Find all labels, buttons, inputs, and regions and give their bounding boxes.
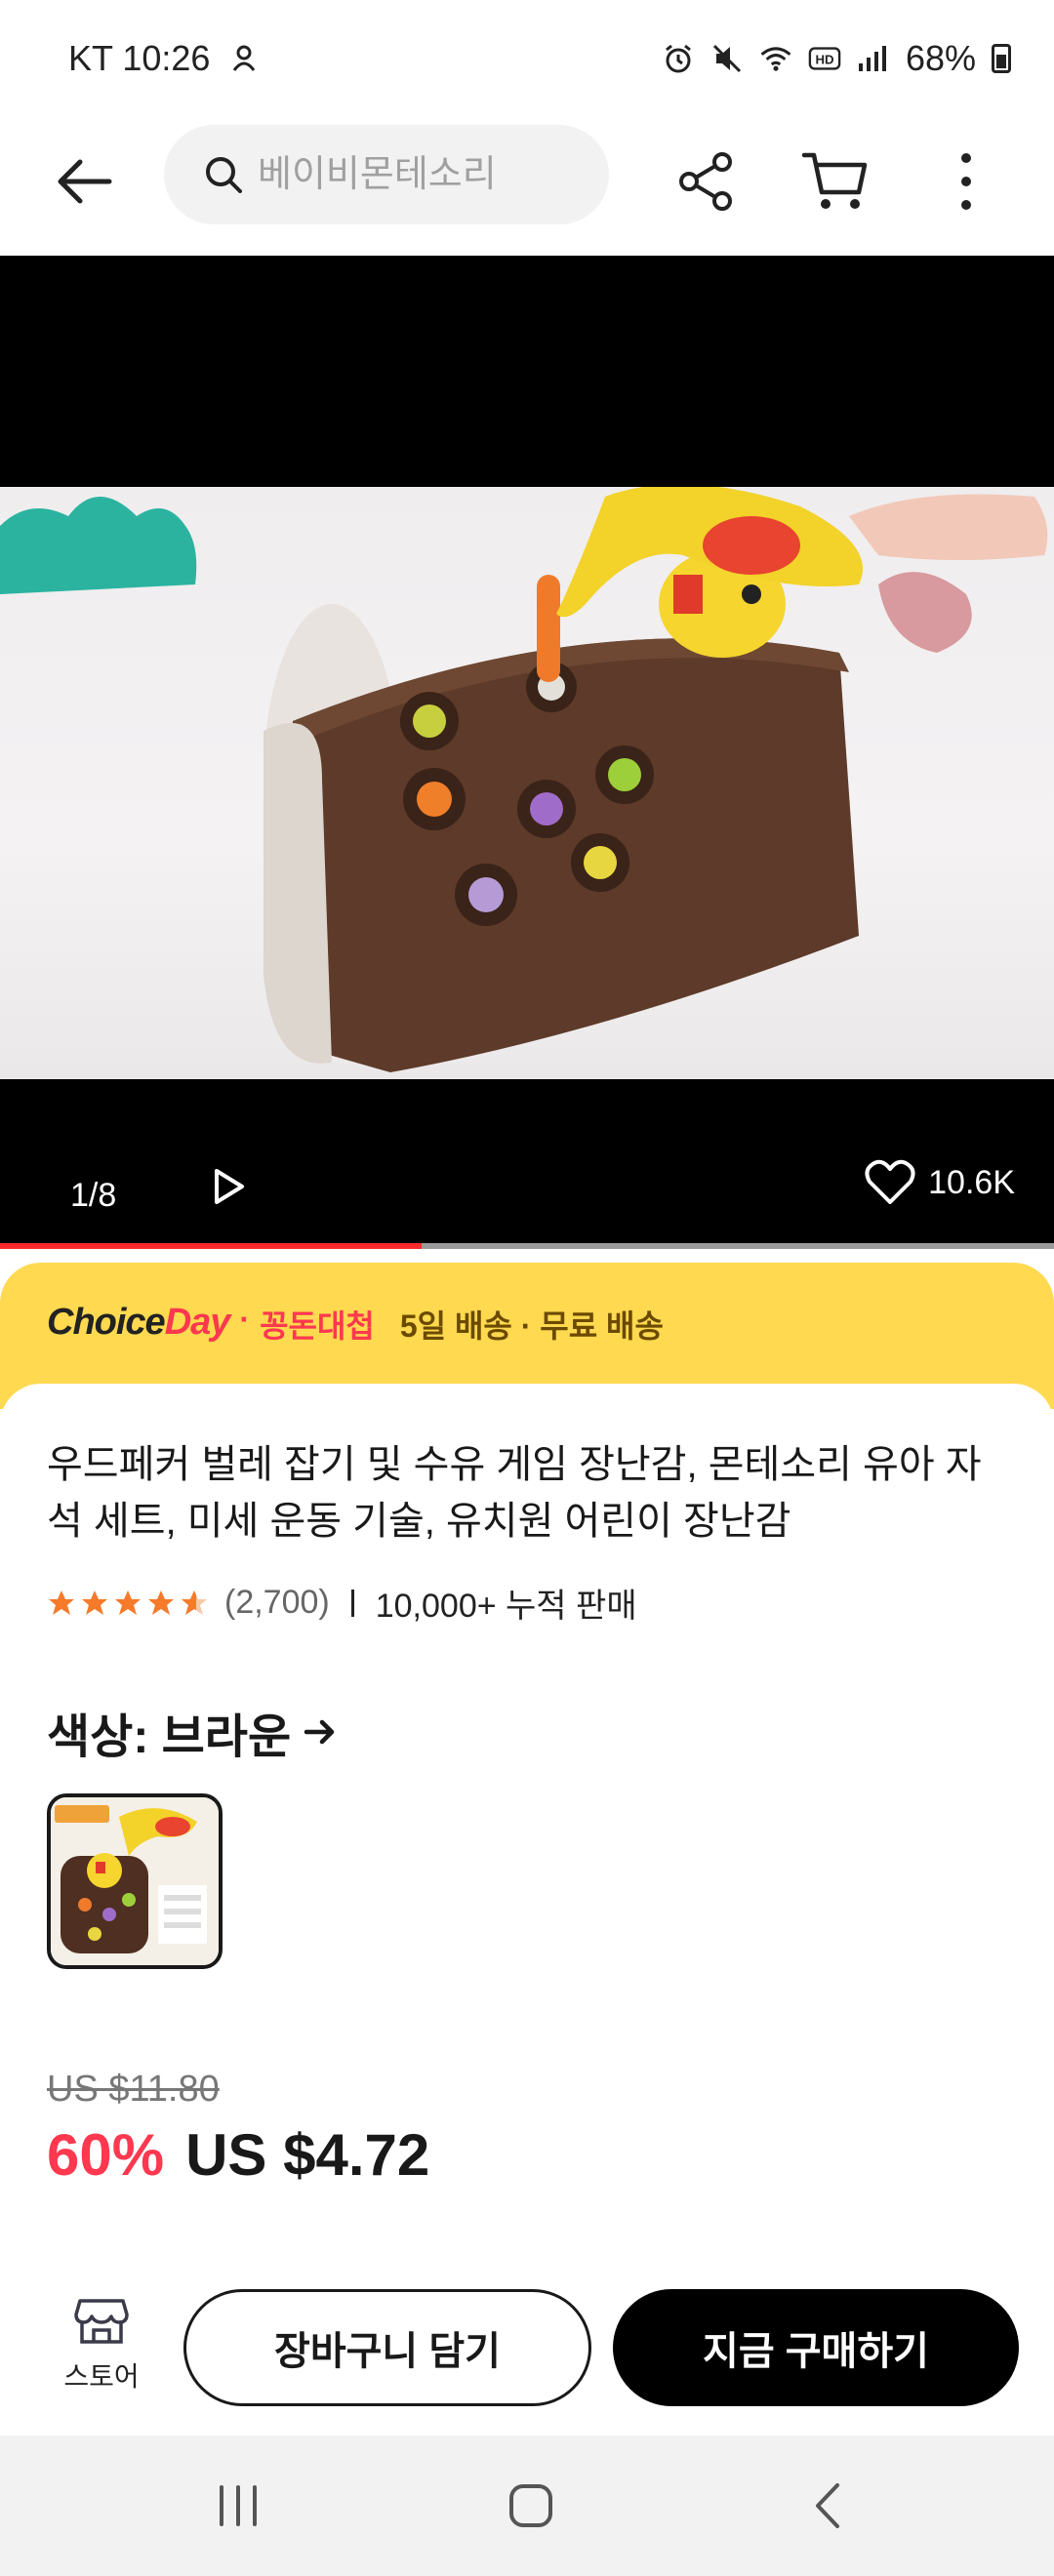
chevron-left-icon — [816, 2483, 839, 2528]
divider — [350, 1589, 354, 1617]
system-back-button[interactable] — [798, 2476, 857, 2535]
recent-apps-icon — [220, 2485, 257, 2526]
media-progress-fill — [0, 1243, 422, 1249]
choice-text: Choice — [47, 1302, 166, 1343]
store-icon — [74, 2299, 129, 2344]
price-row: 60% US $4.72 — [47, 2121, 429, 2189]
original-price: US $11.80 — [47, 2069, 220, 2110]
share-icon — [679, 152, 732, 211]
search-icon — [206, 157, 242, 193]
status-bar: KT 10:26 HD 68% — [0, 0, 1054, 117]
recent-apps-button[interactable] — [209, 2476, 267, 2535]
app-header — [0, 117, 1054, 256]
banner-separator: · — [239, 1302, 251, 1337]
hd-icon: HD — [808, 42, 841, 75]
product-image[interactable] — [0, 487, 1054, 1079]
media-controls: 1/8 10.6K — [0, 1134, 1054, 1241]
color-selector-heading[interactable]: 색상: 브라운 — [47, 1698, 338, 1766]
cart-button[interactable] — [798, 144, 872, 219]
color-label: 색상: 브라운 — [47, 1711, 292, 1763]
add-to-cart-button[interactable]: 장바구니 담기 — [183, 2289, 591, 2406]
product-title: 우드페커 벌레 잡기 및 수유 게임 장난감, 몬테소리 유아 자석 세트, 미… — [47, 1443, 982, 1543]
rating-row[interactable]: (2,700) 10,000+ 누적 판매 — [47, 1579, 637, 1627]
alarm-icon — [662, 42, 695, 75]
image-counter: 1/8 — [70, 1177, 117, 1214]
home-button[interactable] — [502, 2476, 560, 2535]
product-details: 우드페커 벌레 잡기 및 수유 게임 장난감, 몬테소리 유아 자석 세트, 미… — [0, 1384, 1054, 2262]
arrow-right-icon — [304, 1719, 335, 1745]
bottom-action-bar: 스토어 장바구니 담기 지금 구매하기 — [0, 2262, 1054, 2435]
wifi-icon — [759, 42, 792, 75]
day-text: Day — [164, 1302, 231, 1343]
play-icon — [215, 1169, 244, 1204]
svg-text:HD: HD — [815, 53, 833, 67]
back-arrow-icon — [58, 159, 112, 204]
shipping-info: 5일 배송 · 무료 배송 — [399, 1308, 664, 1344]
half-star-icon — [182, 1590, 207, 1615]
promo-label: 꽁돈대첩 — [260, 1308, 375, 1344]
store-label: 스토어 — [63, 2361, 140, 2392]
star-icon — [82, 1590, 107, 1615]
choice-day-logo: ChoiceDay — [47, 1302, 231, 1344]
notification-icon — [227, 42, 261, 75]
battery-percent: 68% — [905, 38, 976, 78]
star-icon — [148, 1590, 174, 1615]
star-icon — [49, 1590, 74, 1615]
review-count: (2,700) — [224, 1584, 330, 1621]
color-option-brown[interactable] — [47, 1793, 223, 1969]
sold-count: 10,000+ 누적 판매 — [375, 1588, 637, 1625]
star-icon — [115, 1590, 141, 1615]
search-bar[interactable] — [164, 125, 609, 224]
more-options-button[interactable] — [929, 144, 1003, 219]
store-button[interactable]: 스토어 — [43, 2297, 160, 2404]
discount-percent: 60% — [47, 2122, 165, 2188]
search-input[interactable] — [258, 153, 580, 196]
cart-icon — [801, 152, 868, 209]
signal-icon — [857, 42, 890, 75]
heart-icon — [865, 1159, 915, 1204]
like-button[interactable]: 10.6K — [864, 1159, 1015, 1206]
mute-icon — [710, 42, 744, 75]
color-option-thumbnail — [51, 1797, 219, 1965]
like-count: 10.6K — [928, 1163, 1015, 1201]
star-rating — [47, 1589, 209, 1618]
system-nav-bar — [0, 2435, 1054, 2576]
home-icon — [509, 2484, 552, 2527]
battery-icon — [992, 44, 1011, 73]
back-button[interactable] — [49, 146, 119, 217]
carrier-time: KT 10:26 — [68, 38, 211, 78]
media-progress-bar — [0, 1243, 1054, 1249]
more-vertical-icon — [961, 153, 971, 210]
product-media-viewer[interactable]: 1/8 10.6K — [0, 256, 1054, 1249]
buy-now-button[interactable]: 지금 구매하기 — [613, 2289, 1019, 2406]
share-button[interactable] — [669, 144, 744, 219]
sale-price: US $4.72 — [185, 2122, 430, 2188]
play-button[interactable] — [207, 1165, 256, 1214]
